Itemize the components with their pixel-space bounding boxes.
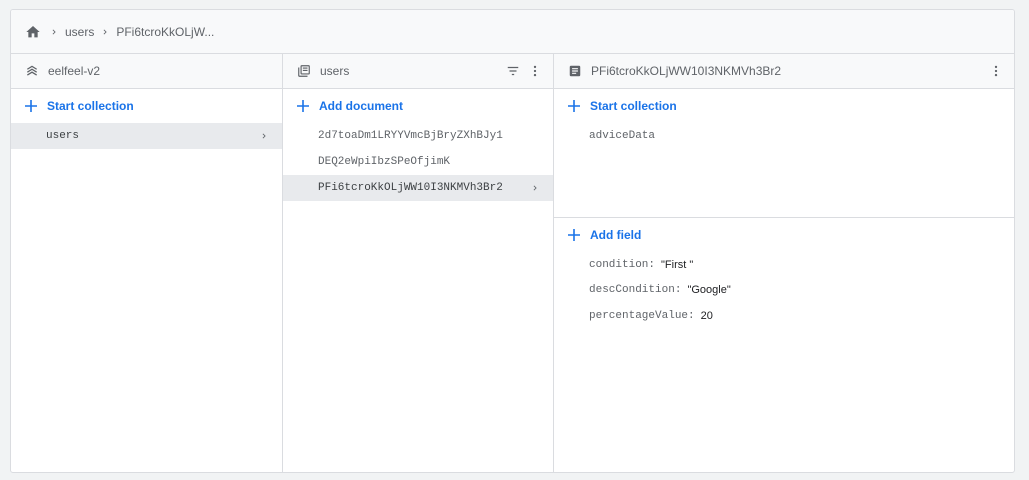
add-document-label: Add document — [319, 99, 403, 113]
document-item-label: DEQ2eWpiIbzSPeOfjimK — [318, 156, 451, 168]
document-item[interactable]: 2d7toaDm1LRYYVmcBjBryZXhBJy1 — [283, 123, 553, 149]
more-vert-icon[interactable] — [525, 61, 545, 81]
field-colon: : — [674, 284, 682, 297]
field-value: "Google" — [687, 284, 731, 297]
document-icon — [567, 63, 583, 79]
project-title: eelfeel-v2 — [48, 64, 101, 78]
database-icon — [24, 63, 40, 79]
start-collection-button[interactable]: Start collection — [11, 89, 282, 123]
document-title: PFi6tcroKkOLjWW10I3NKMVh3Br2 — [591, 64, 782, 78]
breadcrumb-item-document[interactable]: PFi6tcroKkOLjW... — [116, 25, 214, 39]
breadcrumb: users PFi6tcroKkOLjW... — [11, 10, 1014, 54]
collection-item-label: users — [46, 130, 80, 142]
field-key: percentageValue — [589, 309, 689, 322]
filter-icon[interactable] — [503, 61, 523, 81]
breadcrumb-item-users[interactable]: users — [65, 25, 94, 39]
document-item[interactable]: DEQ2eWpiIbzSPeOfjimK — [283, 149, 553, 175]
field-row-condition[interactable]: condition: "First " — [554, 252, 1014, 278]
collection-icon — [296, 63, 312, 79]
field-key: condition — [589, 258, 649, 271]
field-row-percentagevalue[interactable]: percentageValue: 20 — [554, 303, 1014, 329]
chevron-right-icon — [45, 27, 63, 37]
field-key: descCondition — [589, 284, 675, 297]
document-column: PFi6tcroKkOLjWW10I3NKMVh3Br2 Start colle… — [554, 54, 1014, 472]
document-item-label: 2d7toaDm1LRYYVmcBjBryZXhBJy1 — [318, 130, 503, 142]
home-icon[interactable] — [23, 22, 43, 42]
collection-column-header: users — [283, 54, 553, 89]
fields-section: Add field condition: "First " descCondit… — [554, 218, 1014, 329]
subcollections-section: Start collection adviceData — [554, 89, 1014, 218]
firestore-panel: users PFi6tcroKkOLjW... eelfeel-v2 Start… — [10, 9, 1015, 473]
chevron-right-icon — [529, 182, 541, 194]
root-column-header: eelfeel-v2 — [11, 54, 282, 89]
document-item-label: PFi6tcroKkOLjWW10I3NKMVh3Br2 — [318, 182, 503, 194]
plus-icon — [567, 228, 581, 242]
more-vert-icon[interactable] — [986, 61, 1006, 81]
chevron-right-icon — [258, 130, 270, 142]
field-value: 20 — [700, 309, 713, 322]
add-document-button[interactable]: Add document — [283, 89, 553, 123]
chevron-right-icon — [96, 27, 114, 37]
collection-title: users — [320, 64, 350, 78]
add-field-button[interactable]: Add field — [554, 218, 1014, 252]
field-value: "First " — [661, 258, 694, 271]
root-column: eelfeel-v2 Start collection users — [11, 54, 283, 472]
add-field-label: Add field — [590, 228, 642, 242]
field-row-desccondition[interactable]: descCondition: "Google" — [554, 278, 1014, 304]
subcollection-item-advicedata[interactable]: adviceData — [554, 123, 1014, 149]
collection-column: users Add document 2d7toaDm1LRYYVmcBjBry… — [283, 54, 554, 472]
plus-icon — [296, 99, 310, 113]
start-subcollection-button[interactable]: Start collection — [554, 89, 1014, 123]
field-colon: : — [648, 258, 656, 271]
document-item-selected[interactable]: PFi6tcroKkOLjWW10I3NKMVh3Br2 — [283, 175, 553, 201]
field-colon: : — [688, 309, 695, 322]
document-column-header: PFi6tcroKkOLjWW10I3NKMVh3Br2 — [554, 54, 1014, 89]
subcollection-item-label: adviceData — [589, 130, 656, 142]
plus-icon — [567, 99, 581, 113]
plus-icon — [24, 99, 38, 113]
start-collection-label: Start collection — [47, 99, 134, 113]
collection-item-users[interactable]: users — [11, 123, 282, 149]
start-collection-label: Start collection — [590, 99, 677, 113]
